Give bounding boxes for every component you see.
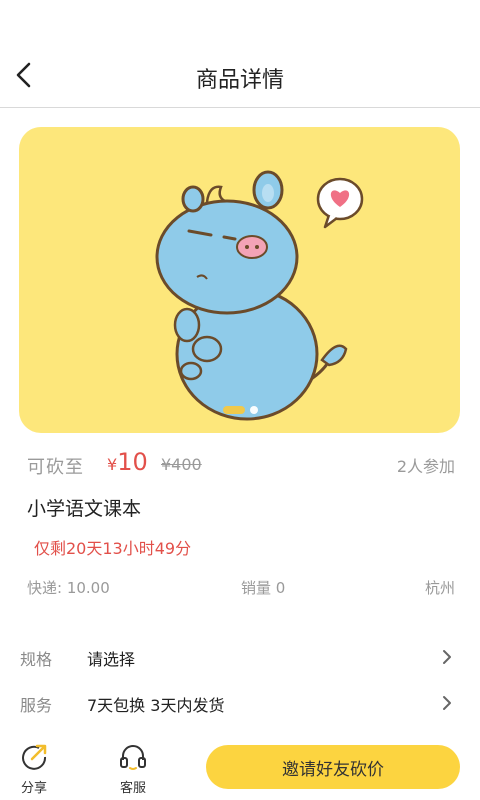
carousel-indicator (0, 406, 480, 414)
bottom-action-bar: 分享 客服 邀请好友砍价 (0, 735, 480, 800)
customer-service-button[interactable]: 客服 (111, 743, 155, 796)
spec-value: 请选择 (87, 650, 136, 669)
cut-price: ¥10 (107, 448, 148, 476)
customer-service-label: 客服 (119, 781, 146, 796)
currency-symbol: ¥ (107, 455, 118, 474)
product-name: 小学语文课本 (27, 498, 142, 520)
service-row[interactable]: 服务 7天包换 3天内发货 (0, 683, 480, 723)
chevron-right-icon (443, 650, 451, 664)
top-bar: 商品详情 (0, 0, 480, 108)
product-image-carousel[interactable] (19, 127, 460, 433)
carousel-dot-active[interactable] (222, 406, 245, 414)
spec-selector-row[interactable]: 规格 请选择 (0, 637, 480, 677)
share-button[interactable]: 分享 (12, 743, 56, 796)
share-icon (22, 744, 47, 770)
participant-count: 2人参加 (396, 457, 455, 476)
price-row: 可砍至 ¥10 ¥400 2人参加 (27, 448, 455, 480)
original-price: ¥400 (161, 455, 202, 474)
chevron-right-icon (443, 696, 451, 710)
share-label: 分享 (20, 781, 47, 796)
product-image (155, 170, 364, 421)
shipping-fee: 快递: 10.00 (27, 579, 110, 597)
cut-price-value: 10 (117, 448, 148, 476)
page-title: 商品详情 (195, 68, 284, 93)
ship-from-city: 杭州 (424, 579, 455, 597)
spec-label: 规格 (20, 650, 53, 669)
carousel-dot[interactable] (249, 406, 258, 414)
headset-icon (120, 745, 146, 770)
cut-price-label: 可砍至 (27, 457, 84, 478)
service-value: 7天包换 3天内发货 (87, 696, 225, 715)
invite-friends-button[interactable]: 邀请好友砍价 (206, 745, 460, 789)
service-label: 服务 (20, 696, 53, 715)
countdown-timer: 仅剩20天13小时49分 (34, 539, 192, 558)
sales-count: 销量 0 (241, 579, 286, 597)
